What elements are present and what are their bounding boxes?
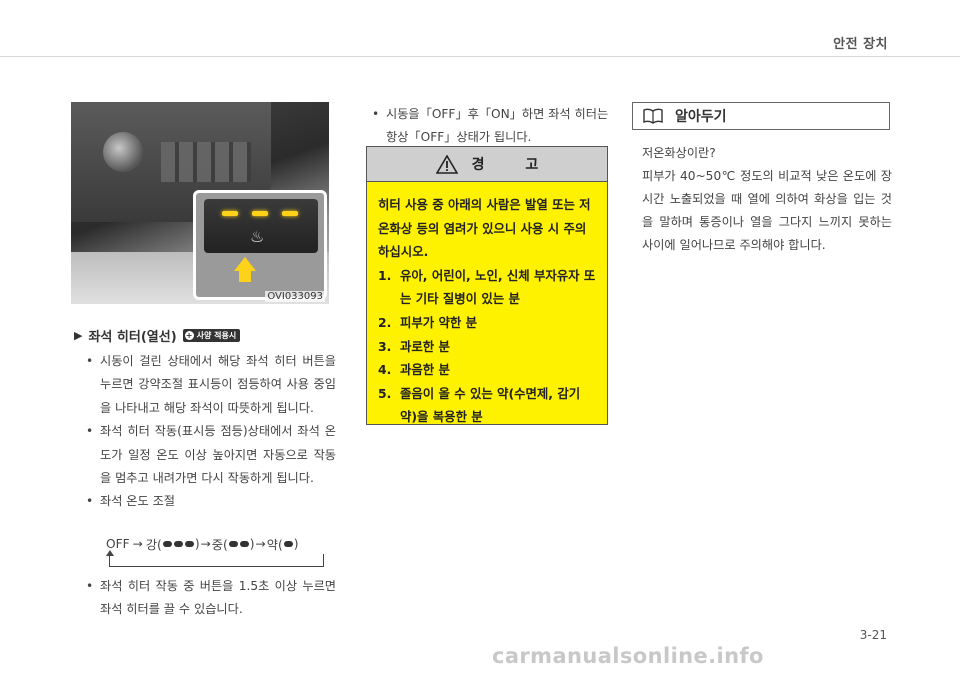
section-heading: ▶ 좌석 히터(열선) + 사양 적용시 — [74, 326, 241, 345]
list-item: 2. 피부가 약한 분 — [378, 311, 597, 335]
photo-button-row — [161, 142, 251, 182]
photo-code: OVI033093 — [265, 291, 325, 302]
level-pill-icon — [239, 541, 249, 547]
chapter-title: 안전 장치 — [833, 37, 888, 52]
list-number: 4. — [378, 362, 392, 378]
list-item: 3. 과로한 분 — [378, 335, 597, 359]
level-pill-icon — [162, 541, 172, 547]
seq-arrow: → — [255, 537, 266, 551]
warning-title: 경 고 — [471, 157, 557, 173]
option-badge: + 사양 적용시 — [182, 329, 241, 342]
seq-arrow: → — [132, 537, 143, 551]
seq-low: 약( — [266, 538, 283, 552]
option-badge-text: 사양 적용시 — [196, 331, 237, 340]
info-question: 저온화상이란? — [642, 146, 716, 160]
list-item: 4. 과음한 분 — [378, 358, 597, 382]
indicator-led — [222, 211, 238, 216]
level-pill-icon — [228, 541, 238, 547]
triangle-right-icon: ▶ — [74, 329, 83, 342]
seat-heater-button-panel: ♨ — [204, 199, 318, 253]
list-item: 1. 유아, 어린이, 노인, 신체 부자유자 또는 기타 질병이 있는 분 — [378, 264, 597, 311]
level-pill-icon — [184, 541, 194, 547]
info-body: 저온화상이란? 피부가 40~50℃ 정도의 비교적 낮은 온도에 장시간 노출… — [642, 142, 892, 257]
seq-close: ) — [249, 537, 255, 551]
list-item: 시동을「OFF」후「ON」하면 좌석 히터는 항상「OFF」상태가 됩니다. — [372, 103, 610, 149]
info-text: 피부가 40~50℃ 정도의 비교적 낮은 온도에 장시간 노출되었을 때 열에… — [642, 169, 892, 252]
plus-icon: + — [184, 331, 194, 340]
list-text: 졸음이 올 수 있는 약(수면제, 감기약)을 복용한 분 — [400, 385, 581, 425]
warning-triangle-icon — [435, 154, 458, 174]
list-text: 피부가 약한 분 — [400, 314, 478, 330]
note-list: 시동을「OFF」후「ON」하면 좌석 히터는 항상「OFF」상태가 됩니다. — [372, 103, 610, 149]
indicator-led — [282, 211, 298, 216]
warning-box: 경 고 히터 사용 중 아래의 사람은 발열 또는 저온화상 등의 염려가 있으… — [366, 146, 608, 425]
warning-list: 1. 유아, 어린이, 노인, 신체 부자유자 또는 기타 질병이 있는 분 2.… — [378, 264, 597, 429]
page-number: 3-21 — [859, 628, 887, 642]
list-number: 1. — [378, 267, 392, 283]
bullet-list: 좌석 히터 작동 중 버튼을 1.5초 이상 누르면 좌석 히터를 끌 수 있습… — [86, 575, 336, 622]
bullet-list: 시동이 걸린 상태에서 해당 좌석 히터 버튼을 누르면 강약조절 표시등이 점… — [86, 350, 336, 514]
section-heading-text: 좌석 히터(열선) — [88, 330, 177, 345]
list-item: 좌석 온도 조절 — [86, 490, 336, 514]
seq-high: 강( — [145, 538, 162, 552]
list-text: 과음한 분 — [400, 362, 450, 378]
info-title: 알아두기 — [675, 109, 727, 125]
warning-body: 히터 사용 중 아래의 사람은 발열 또는 저온화상 등의 염려가 있으니 사용… — [367, 182, 607, 429]
list-number: 5. — [378, 385, 392, 401]
header-band — [0, 0, 960, 58]
pointer-arrow-icon — [234, 257, 256, 271]
seq-off: OFF — [106, 537, 130, 551]
list-item: 5. 졸음이 올 수 있는 약(수면제, 감기약)을 복용한 분 — [378, 382, 597, 429]
level-pill-icon — [283, 541, 293, 547]
list-number: 3. — [378, 338, 392, 354]
seq-close: ) — [194, 537, 200, 551]
watermark: carmanualsonline.info — [492, 644, 764, 668]
seq-close: ) — [293, 537, 299, 551]
sequence-return-arrow — [106, 550, 324, 567]
seq-arrow: → — [200, 537, 211, 551]
list-text: 유아, 어린이, 노인, 신체 부자유자 또는 기타 질병이 있는 분 — [400, 267, 596, 307]
list-item: 좌석 히터 작동(표시등 점등)상태에서 좌석 온도가 일정 온도 이상 높아지… — [86, 420, 336, 490]
info-header: 알아두기 — [632, 102, 890, 130]
pointer-arrow-stem — [239, 270, 251, 282]
list-number: 2. — [378, 314, 392, 330]
list-item: 좌석 히터 작동 중 버튼을 1.5초 이상 누르면 좌석 히터를 끌 수 있습… — [86, 575, 336, 622]
level-pill-icon — [173, 541, 183, 547]
seq-mid: 중( — [211, 538, 228, 552]
photo-control-knob — [103, 132, 143, 172]
temperature-sequence: OFF → 강( ) → 중( ) → 약( ) — [106, 535, 298, 553]
list-item: 시동이 걸린 상태에서 해당 좌석 히터 버튼을 누르면 강약조절 표시등이 점… — [86, 350, 336, 420]
seat-heater-icon: ♨ — [250, 227, 265, 246]
indicator-led — [252, 211, 268, 216]
seat-heater-photo: ♨ OVI033093 — [71, 102, 329, 304]
open-book-icon — [643, 108, 663, 124]
warning-header: 경 고 — [367, 147, 607, 182]
header-divider — [0, 56, 960, 57]
list-text: 과로한 분 — [400, 338, 450, 354]
warning-intro: 히터 사용 중 아래의 사람은 발열 또는 저온화상 등의 염려가 있으니 사용… — [378, 197, 591, 260]
photo-closeup-inset: ♨ — [193, 190, 327, 300]
